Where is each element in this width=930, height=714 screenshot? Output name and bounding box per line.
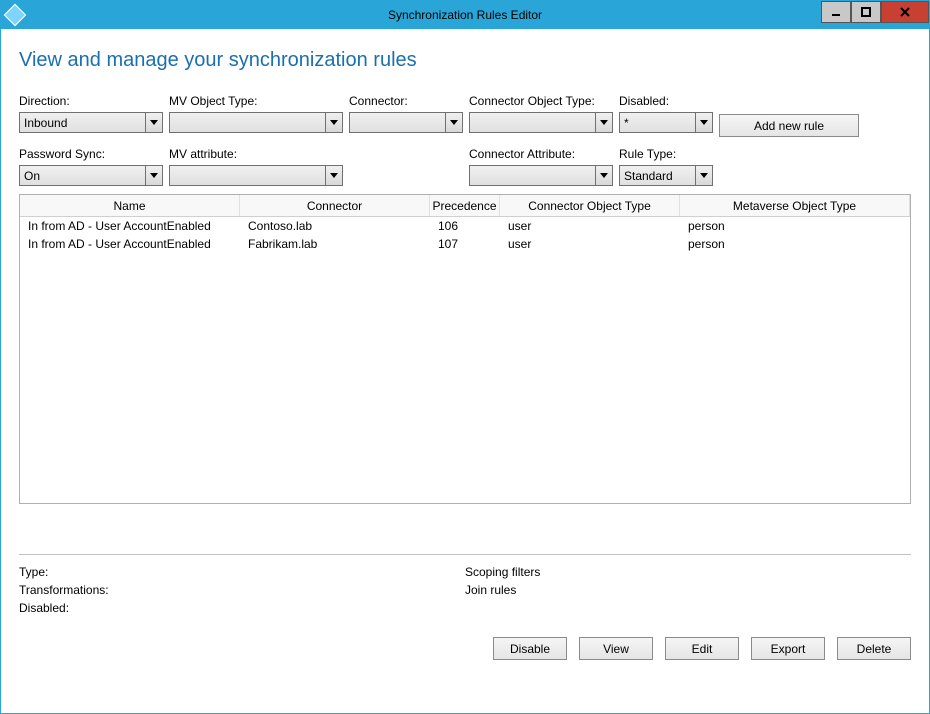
close-button[interactable] <box>881 1 929 23</box>
grid-body: In from AD - User AccountEnabledContoso.… <box>20 217 910 253</box>
header-precedence[interactable]: Precedence <box>430 195 500 216</box>
chevron-down-icon <box>695 166 712 185</box>
chevron-down-icon <box>145 166 162 185</box>
cell-connector: Contoso.lab <box>240 219 430 233</box>
disabled-value: * <box>624 116 629 130</box>
rule-type-dropdown[interactable]: Standard <box>619 165 713 186</box>
details-panel: Type: Transformations: Disabled: Scoping… <box>19 554 911 617</box>
action-buttons: Disable View Edit Export Delete <box>19 637 911 660</box>
chevron-down-icon <box>145 113 162 132</box>
chevron-down-icon <box>445 113 462 132</box>
filters-row-1: Direction: Inbound MV Object Type: Conne… <box>19 94 911 137</box>
view-button[interactable]: View <box>579 637 653 660</box>
add-new-rule-button[interactable]: Add new rule <box>719 114 859 137</box>
direction-dropdown[interactable]: Inbound <box>19 112 163 133</box>
header-connector[interactable]: Connector <box>240 195 430 216</box>
cell-connector: Fabrikam.lab <box>240 237 430 251</box>
connector-dropdown[interactable] <box>349 112 463 133</box>
direction-value: Inbound <box>24 116 67 130</box>
delete-button[interactable]: Delete <box>837 637 911 660</box>
export-button[interactable]: Export <box>751 637 825 660</box>
header-name[interactable]: Name <box>20 195 240 216</box>
details-disabled: Disabled: <box>19 599 465 617</box>
disabled-label: Disabled: <box>619 94 713 108</box>
client-area: View and manage your synchronization rul… <box>1 29 929 713</box>
window-controls <box>821 1 929 29</box>
chevron-down-icon <box>325 166 342 185</box>
filters-row-2: Password Sync: On MV attribute: Connecto… <box>19 147 911 186</box>
minimize-button[interactable] <box>821 1 851 23</box>
cell-precedence: 107 <box>430 237 500 251</box>
mv-object-type-label: MV Object Type: <box>169 94 343 108</box>
connector-attribute-label: Connector Attribute: <box>469 147 613 161</box>
password-sync-value: On <box>24 169 40 183</box>
details-transformations: Transformations: <box>19 581 465 599</box>
connector-object-type-label: Connector Object Type: <box>469 94 613 108</box>
header-metaverse-object-type[interactable]: Metaverse Object Type <box>680 195 910 216</box>
title-bar: Synchronization Rules Editor <box>1 1 929 29</box>
cell-name: In from AD - User AccountEnabled <box>20 219 240 233</box>
disabled-dropdown[interactable]: * <box>619 112 713 133</box>
table-row[interactable]: In from AD - User AccountEnabledContoso.… <box>20 217 910 235</box>
direction-label: Direction: <box>19 94 163 108</box>
app-window: Synchronization Rules Editor View and ma… <box>0 0 930 714</box>
page-title: View and manage your synchronization rul… <box>19 49 911 72</box>
header-connector-object-type[interactable]: Connector Object Type <box>500 195 680 216</box>
mv-attribute-label: MV attribute: <box>169 147 343 161</box>
password-sync-label: Password Sync: <box>19 147 163 161</box>
connector-label: Connector: <box>349 94 463 108</box>
connector-attribute-dropdown[interactable] <box>469 165 613 186</box>
password-sync-dropdown[interactable]: On <box>19 165 163 186</box>
rules-grid: Name Connector Precedence Connector Obje… <box>19 194 911 504</box>
connector-object-type-dropdown[interactable] <box>469 112 613 133</box>
cell-cot: user <box>500 219 680 233</box>
disable-button[interactable]: Disable <box>493 637 567 660</box>
details-scoping: Scoping filters <box>465 563 911 581</box>
cell-precedence: 106 <box>430 219 500 233</box>
chevron-down-icon <box>595 113 612 132</box>
grid-header: Name Connector Precedence Connector Obje… <box>20 195 910 217</box>
chevron-down-icon <box>325 113 342 132</box>
details-type: Type: <box>19 563 465 581</box>
details-join: Join rules <box>465 581 911 599</box>
table-row[interactable]: In from AD - User AccountEnabledFabrikam… <box>20 235 910 253</box>
cell-cot: user <box>500 237 680 251</box>
mv-object-type-dropdown[interactable] <box>169 112 343 133</box>
cell-mvot: person <box>680 219 910 233</box>
rule-type-value: Standard <box>624 169 673 183</box>
maximize-button[interactable] <box>851 1 881 23</box>
window-title: Synchronization Rules Editor <box>1 8 929 22</box>
chevron-down-icon <box>595 166 612 185</box>
chevron-down-icon <box>695 113 712 132</box>
cell-name: In from AD - User AccountEnabled <box>20 237 240 251</box>
edit-button[interactable]: Edit <box>665 637 739 660</box>
app-icon <box>4 4 27 27</box>
rule-type-label: Rule Type: <box>619 147 713 161</box>
cell-mvot: person <box>680 237 910 251</box>
mv-attribute-dropdown[interactable] <box>169 165 343 186</box>
